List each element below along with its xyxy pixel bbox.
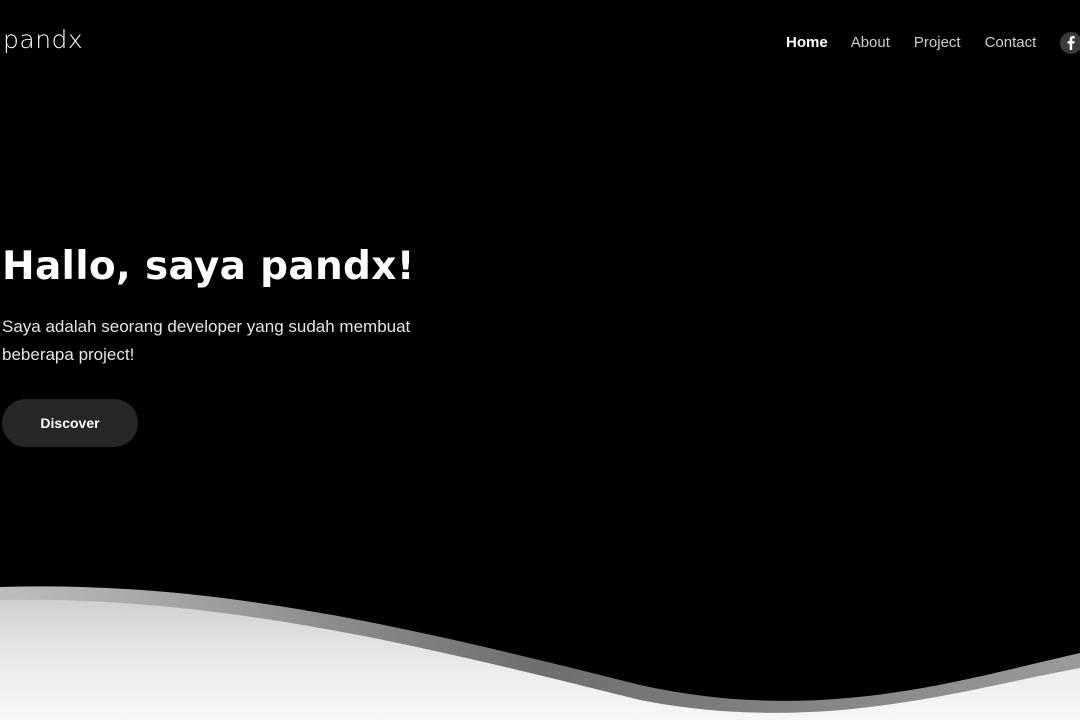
nav-link-project[interactable]: Project: [914, 31, 961, 55]
hero-subtitle: Saya adalah seorang developer yang sudah…: [2, 317, 411, 364]
nav-link-contact[interactable]: Contact: [985, 31, 1037, 55]
nav-link-about[interactable]: About: [851, 31, 890, 55]
discover-button[interactable]: Discover: [2, 399, 138, 447]
facebook-icon: [1067, 36, 1075, 50]
hero-title: Hallo, saya pandx!: [2, 244, 415, 289]
site-logo[interactable]: pandx: [3, 24, 83, 56]
landing-page: pandx Home About Project Contact Hallo, …: [0, 0, 1080, 720]
hero-wave-divider: [0, 586, 1080, 720]
main-nav: Home About Project Contact: [786, 31, 1080, 55]
facebook-button[interactable]: [1060, 32, 1080, 54]
wave-light: [0, 599, 1080, 720]
nav-link-home[interactable]: Home: [786, 31, 828, 55]
